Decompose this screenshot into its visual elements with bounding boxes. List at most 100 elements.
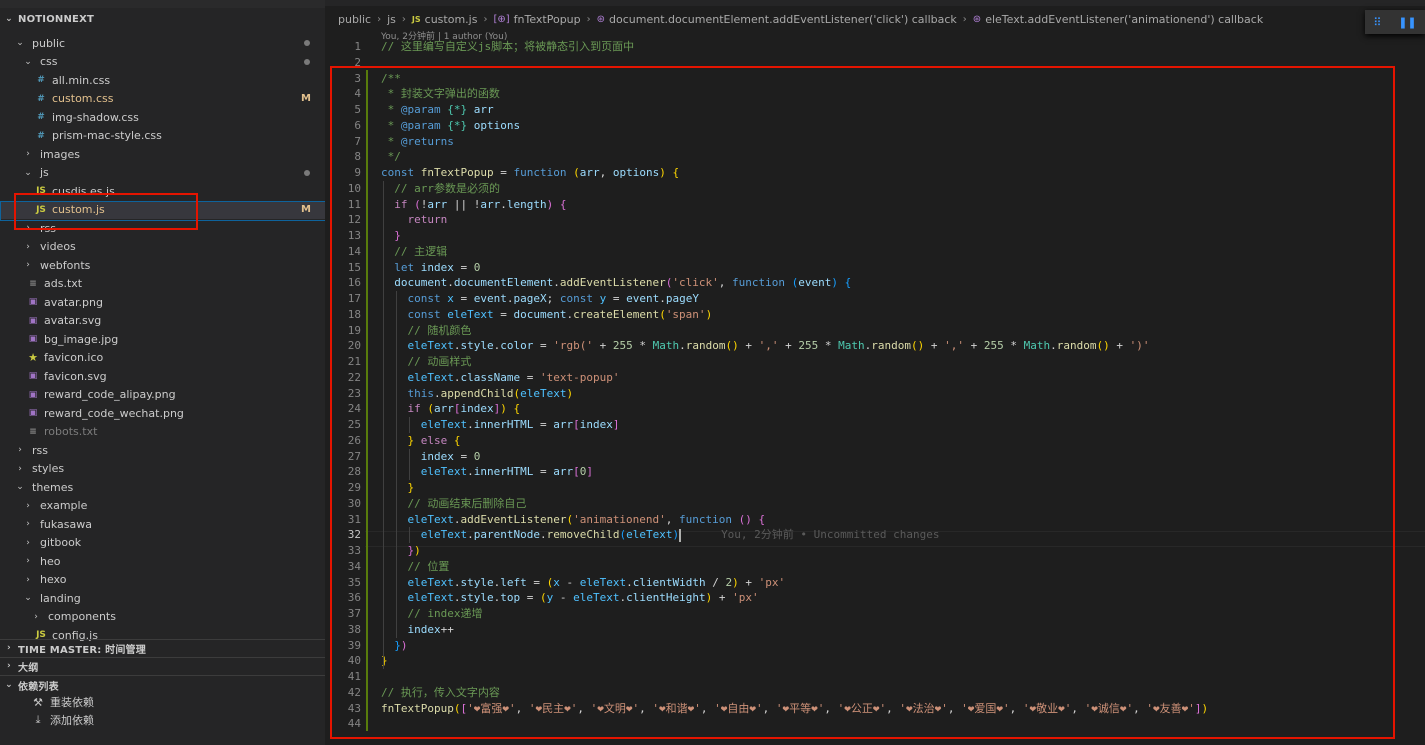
wrench-icon: ⚒ <box>33 695 43 709</box>
timeline-section-header[interactable]: › TIME MASTER: 时间管理 <box>0 639 325 657</box>
tree-item-label: components <box>48 610 116 623</box>
tree-item-label: custom.css <box>52 92 114 105</box>
tree-item-label: prism-mac-style.css <box>52 129 162 142</box>
breadcrumb-item[interactable]: custom.js <box>425 13 478 26</box>
deps-section-header[interactable]: ⌄ 依赖列表 <box>0 676 325 694</box>
breadcrumb-item[interactable]: document.documentElement.addEventListene… <box>609 13 957 26</box>
tree-item[interactable]: ▣ favicon.svg <box>0 367 325 385</box>
tree-item-label: example <box>40 499 88 512</box>
breadcrumb-item[interactable]: js <box>387 13 396 26</box>
outline-title: 大纲 <box>18 662 39 674</box>
breadcrumb-item[interactable]: fnTextPopup <box>514 13 581 26</box>
chevron-right-icon: › <box>7 661 11 671</box>
chevron-right-icon: › <box>377 13 382 25</box>
outline-section-header[interactable]: › 大纲 <box>0 657 325 675</box>
code-line[interactable]: // 这里编写自定义js脚本；将被静态引入到页面中 <box>381 39 634 55</box>
tree-item[interactable]: ⌄ themes <box>0 478 325 496</box>
chevron-right-icon: › <box>401 13 406 25</box>
reinstall-deps-item[interactable]: ⚒ 重装依赖 <box>0 693 325 711</box>
tree-item-label: reward_code_alipay.png <box>44 388 176 401</box>
tree-item[interactable]: › fukasawa <box>0 515 325 533</box>
chevron-right-icon: › <box>483 13 488 25</box>
tree-item[interactable]: ⌄ js <box>0 164 325 182</box>
chevron-right-icon: › <box>26 241 30 252</box>
tree-item-label: reward_code_wechat.png <box>44 406 184 420</box>
add-deps-item[interactable]: ⤓ 添加依赖 <box>0 711 325 729</box>
tree-item-label: favicon.ico <box>44 351 104 364</box>
tree-item[interactable]: › example <box>0 497 325 515</box>
chevron-right-icon: › <box>7 643 11 653</box>
tree-item[interactable]: ⌄ css <box>0 53 325 71</box>
chevron-down-icon: ⌄ <box>24 593 32 603</box>
chevron-right-icon: › <box>586 13 591 25</box>
git-status-badge: M <box>301 204 311 215</box>
tree-item[interactable]: ★ favicon.ico <box>0 349 325 367</box>
tree-item[interactable]: › heo <box>0 552 325 570</box>
tree-item[interactable]: ▣ avatar.png <box>0 293 325 311</box>
tree-item-label: public <box>32 36 66 50</box>
tree-item[interactable]: ▣ bg_image.jpg <box>0 330 325 348</box>
tree-item[interactable]: # img-shadow.css <box>0 108 325 126</box>
tree-item-label: css <box>40 55 58 68</box>
tree-item-label: avatar.svg <box>44 314 102 327</box>
sidebar-top-strip <box>0 0 325 8</box>
tree-item[interactable]: › images <box>0 145 325 163</box>
chevron-right-icon: › <box>34 611 38 622</box>
chevron-down-icon: ⌄ <box>5 14 13 24</box>
breadcrumb-item[interactable]: eleText.addEventListener('animationend')… <box>985 13 1263 26</box>
tree-item[interactable]: › videos <box>0 238 325 256</box>
tree-item-label: landing <box>40 591 81 605</box>
tree-item[interactable]: › components <box>0 608 325 626</box>
tab-bar-edge <box>325 0 1425 6</box>
method-symbol-icon: ⊛ <box>972 13 982 25</box>
tree-item[interactable]: ≡ robots.txt <box>0 423 325 441</box>
tree-item[interactable]: # custom.css M <box>0 90 325 108</box>
tree-item[interactable]: ≡ ads.txt <box>0 275 325 293</box>
tree-item[interactable]: ⌄ public <box>0 34 325 52</box>
tree-item-label: images <box>40 147 80 161</box>
chevron-right-icon: › <box>26 149 30 159</box>
tree-item-label: webfonts <box>40 258 91 272</box>
image-file-icon: ▣ <box>28 371 38 381</box>
tree-item[interactable]: ▣ reward_code_alipay.png <box>0 386 325 404</box>
chevron-right-icon: › <box>26 500 30 511</box>
breadcrumb-item[interactable]: public <box>338 13 371 26</box>
tree-item[interactable]: ▣ reward_code_wechat.png <box>0 404 325 422</box>
chevron-down-icon: ⌄ <box>24 167 32 178</box>
tree-item[interactable]: ▣ avatar.svg <box>0 312 325 330</box>
tree-item[interactable]: › styles <box>0 460 325 478</box>
tree-item[interactable]: # all.min.css <box>0 71 325 89</box>
tree-item-label: bg_image.jpg <box>44 332 119 346</box>
image-file-icon: ▣ <box>28 389 38 400</box>
chevron-right-icon: › <box>26 519 30 529</box>
css-file-icon: # <box>37 112 45 122</box>
favicon-star-icon: ★ <box>28 351 38 364</box>
method-symbol-icon: ⊛ <box>596 13 606 25</box>
git-changes-dot-icon <box>304 58 310 65</box>
drag-handle-icon[interactable]: ⠿ <box>1373 16 1381 29</box>
deps-title: 依赖列表 <box>18 681 59 693</box>
image-file-icon: ▣ <box>28 297 38 307</box>
tree-item[interactable]: ⌄ landing <box>0 589 325 607</box>
tree-item-label: themes <box>32 480 74 494</box>
tree-item-label: gitbook <box>40 536 82 549</box>
chevron-right-icon: › <box>26 556 30 566</box>
tree-item-label: avatar.png <box>44 295 103 309</box>
tree-item[interactable]: › gitbook <box>0 534 325 552</box>
tree-item[interactable]: › hexo <box>0 571 325 589</box>
tree-item-label: styles <box>32 462 65 475</box>
explorer-root-header[interactable]: ⌄ NOTIONNEXT <box>0 10 325 28</box>
tree-item-label: js <box>40 166 49 179</box>
chevron-down-icon: ⌄ <box>16 482 24 492</box>
text-file-icon: ≡ <box>29 278 37 289</box>
tree-item[interactable]: › rss <box>0 441 325 459</box>
pause-icon[interactable]: ❚❚ <box>1398 16 1416 29</box>
image-file-icon: ▣ <box>28 315 38 326</box>
highlight-box <box>14 193 198 230</box>
css-file-icon: # <box>37 93 45 104</box>
tree-item-label: rss <box>32 443 48 457</box>
download-icon: ⤓ <box>35 713 41 726</box>
tree-item[interactable]: # prism-mac-style.css <box>0 127 325 145</box>
tree-item[interactable]: › webfonts <box>0 256 325 274</box>
code-editor[interactable]: public › js › JS custom.js › [⊕] fnTextP… <box>325 0 1425 745</box>
